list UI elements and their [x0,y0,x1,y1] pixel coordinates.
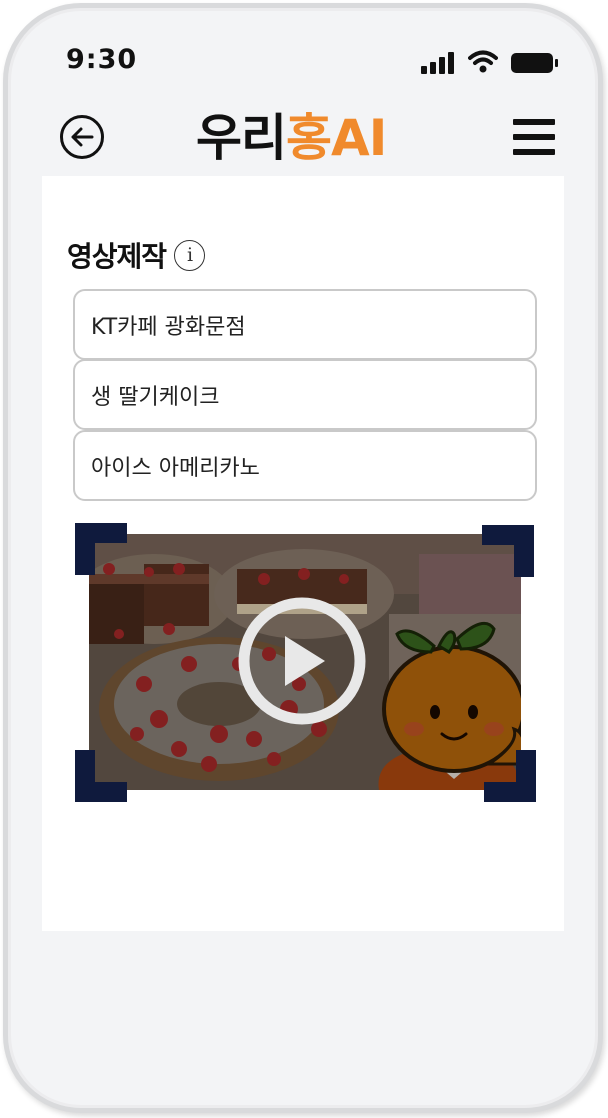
battery-icon [511,53,558,73]
logo-text-accent: 홍AI [286,109,387,167]
menu-button[interactable] [513,119,555,155]
section-title: 영상제작 i [67,235,206,275]
arrow-left-circle-icon [71,127,94,147]
store-name-field[interactable]: KT카페 광화문점 [73,289,537,360]
video-preview[interactable] [74,522,536,802]
main-content: 영상제작 i KT카페 광화문점 생 딸기케이크 아이스 아메리카노 [42,176,564,931]
drink-name-field[interactable]: 아이스 아메리카노 [73,430,537,501]
video-thumbnail [89,534,521,790]
info-icon[interactable]: i [174,239,206,271]
cellular-signal-icon [421,52,457,74]
phone-frame: 9:30 우리홍AI 영상제작 i KT카페 광화문점 생 딸기케이크 아이스 … [3,3,603,1113]
section-title-text: 영상제작 [67,240,167,273]
wifi-icon [468,50,498,74]
hamburger-menu-icon [513,119,555,125]
product-name-field[interactable]: 생 딸기케이크 [73,359,537,430]
back-button[interactable] [60,115,104,159]
app-logo: 우리홍AI [196,108,387,168]
logo-text-primary: 우리 [196,109,287,167]
frame-corner-bottom-left [75,750,127,802]
frame-corner-top-right [482,525,534,577]
frame-corner-bottom-right [484,750,536,802]
frame-corner-top-left [75,523,127,575]
status-time: 9:30 [66,44,138,75]
